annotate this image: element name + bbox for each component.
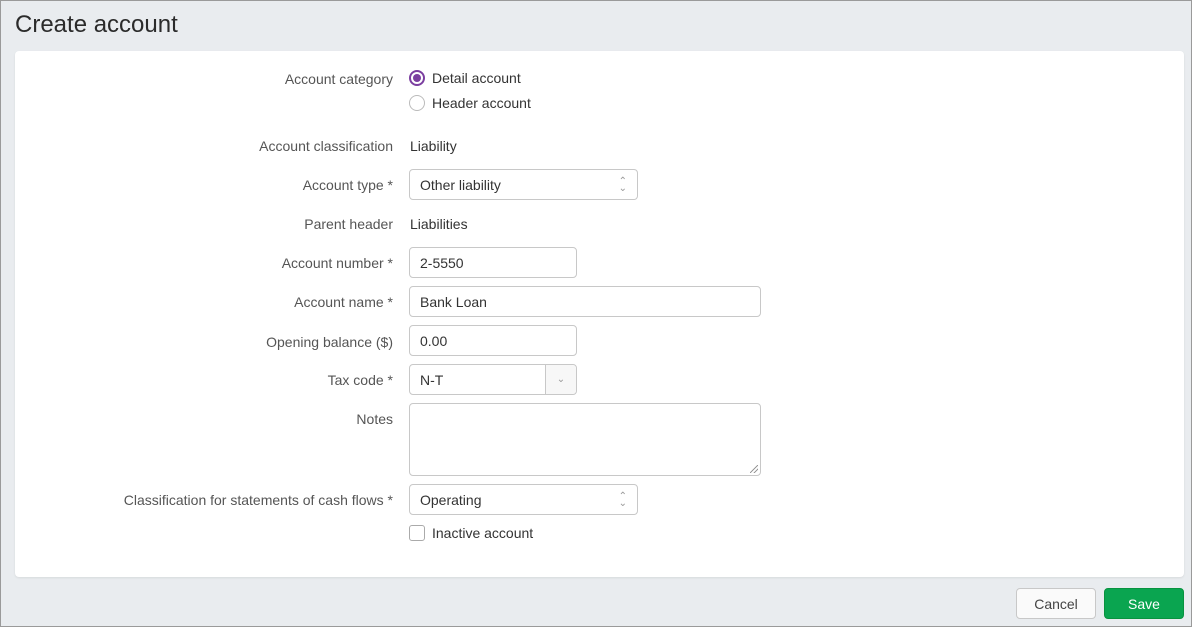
radio-unchecked-icon[interactable] (409, 95, 425, 111)
account-number-input[interactable]: 2-5550 (409, 247, 577, 278)
account-name-input[interactable]: Bank Loan (409, 286, 761, 317)
radio-label: Header account (432, 95, 531, 111)
account-classification-label: Account classification (259, 138, 393, 154)
checkbox-icon[interactable] (409, 525, 425, 541)
radio-label: Detail account (432, 70, 521, 86)
tax-code-label: Tax code * (327, 372, 393, 388)
inactive-account-checkbox[interactable]: Inactive account (409, 525, 533, 541)
account-type-value: Other liability (420, 176, 501, 193)
save-button[interactable]: Save (1104, 588, 1184, 619)
opening-balance-value: 0.00 (420, 332, 448, 349)
account-number-label: Account number * (281, 255, 393, 271)
account-name-label: Account name * (294, 294, 393, 310)
cancel-button[interactable]: Cancel (1016, 588, 1096, 619)
resize-handle-icon[interactable] (750, 465, 758, 473)
parent-header-label: Parent header (304, 216, 393, 232)
account-classification-value: Liability (410, 138, 457, 154)
account-number-value: 2-5550 (420, 254, 464, 271)
select-chevron-icon: ⌃ ⌄ (618, 175, 627, 194)
form-card: Account category Detail account Header a… (15, 51, 1184, 577)
cash-flow-classification-label: Classification for statements of cash fl… (123, 492, 393, 508)
page-title: Create account (15, 11, 178, 38)
notes-textarea[interactable] (409, 403, 761, 476)
cash-flow-classification-value: Operating (420, 491, 482, 508)
account-category-label: Account category (284, 71, 393, 87)
account-name-value: Bank Loan (420, 293, 487, 310)
radio-checked-icon[interactable] (409, 70, 425, 86)
select-chevron-icon: ⌃ ⌄ (618, 490, 627, 509)
radio-header-account[interactable]: Header account (409, 95, 531, 111)
cash-flow-classification-select[interactable]: Operating ⌃ ⌄ (409, 484, 638, 515)
account-type-select[interactable]: Other liability ⌃ ⌄ (409, 169, 638, 200)
account-type-label: Account type * (302, 177, 393, 193)
notes-label: Notes (356, 411, 393, 427)
parent-header-value: Liabilities (410, 216, 468, 232)
opening-balance-input[interactable]: 0.00 (409, 325, 577, 356)
tax-code-dropdown-button[interactable]: ⌄ (545, 365, 576, 394)
inactive-account-label: Inactive account (432, 525, 534, 541)
tax-code-value: N-T (420, 371, 444, 388)
tax-code-combobox[interactable]: N-T ⌄ (409, 364, 577, 395)
chevron-down-icon: ⌄ (556, 374, 566, 385)
opening-balance-label: Opening balance ($) (266, 334, 393, 350)
radio-detail-account[interactable]: Detail account (409, 70, 521, 86)
